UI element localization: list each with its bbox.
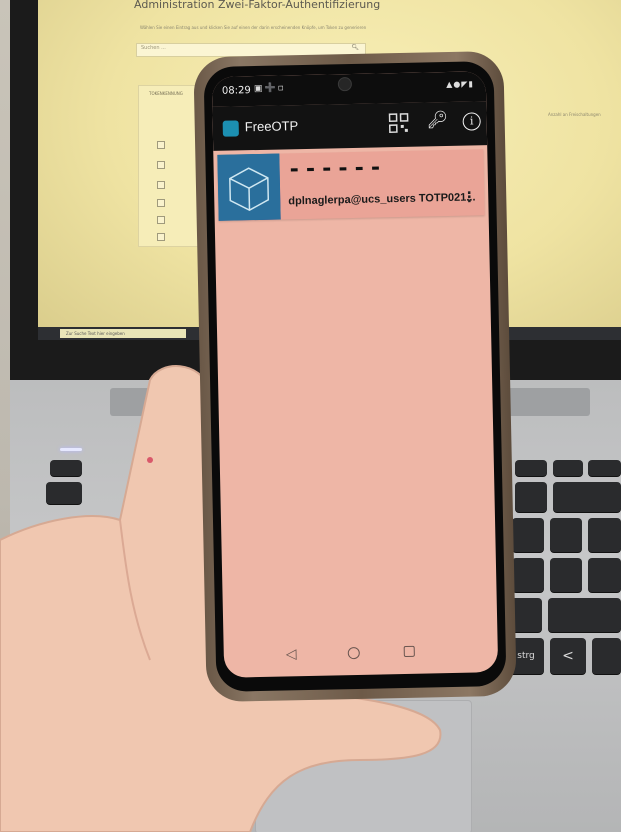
qr-code-scan-icon[interactable] [388, 113, 409, 133]
phone-screen: 08:29 ▣➕▫ ▲●◤▮ FreeOTP 🔑︎ i ------ dplna… [211, 71, 499, 678]
token-cube-icon [217, 153, 281, 221]
monitor-right-column-label: Anzahl an Freischaltungen [548, 112, 601, 117]
monitor-page-title: Administration Zwei-Faktor-Authentifizie… [134, 0, 381, 11]
front-camera [337, 77, 353, 92]
keyboard-key [592, 638, 621, 674]
monitor-search-label: Suchen ... [141, 45, 166, 51]
token-code: ------ [287, 155, 386, 183]
keyboard-key [588, 558, 621, 592]
smartphone: 08:29 ▣➕▫ ▲●◤▮ FreeOTP 🔑︎ i ------ dplna… [193, 50, 517, 703]
monitor-row-checkbox [157, 181, 165, 189]
keyboard-key [588, 518, 621, 552]
monitor-page-description: Wählen Sie einen Eintrag aus und klicken… [140, 25, 367, 30]
info-icon[interactable]: i [462, 112, 481, 131]
keyboard-key [515, 482, 547, 512]
search-icon: 🔍︎ [351, 44, 359, 51]
keyboard-key [553, 482, 621, 512]
arrow-left-key: < [550, 638, 586, 674]
keyboard-key [515, 460, 547, 476]
keyboard-key [588, 460, 621, 476]
keyboard-key [512, 518, 544, 552]
signal-battery-icons: ▲●◤▮ [446, 79, 474, 90]
monitor-row-checkbox [157, 161, 165, 169]
keyboard-key [512, 558, 544, 592]
notification-icons: ▣➕▫ [253, 83, 286, 95]
token-overflow-menu-icon[interactable]: ⋮ [462, 189, 476, 205]
keyboard-key [550, 518, 582, 552]
back-icon[interactable]: ◁ [286, 646, 297, 662]
app-title: FreeOTP [244, 118, 299, 135]
monitor-table-header: TOKENKENNUNG [149, 91, 183, 96]
freeotp-logo-icon [222, 120, 239, 137]
monitor-row-checkbox [157, 199, 165, 207]
token-label: dplnaglerpa@ucs_users TOTP021... [288, 191, 476, 208]
keyboard-key [550, 558, 582, 592]
home-icon[interactable] [347, 646, 360, 660]
monitor-row-checkbox [157, 216, 165, 224]
keyboard-key [553, 460, 583, 476]
recents-icon[interactable] [403, 645, 415, 658]
status-time: 08:29 [221, 85, 251, 97]
keyboard-key [548, 598, 621, 632]
monitor-row-checkbox [157, 141, 165, 149]
monitor-row-checkbox [157, 233, 165, 241]
token-card[interactable]: ------ dplnaglerpa@ucs_users TOTP021... … [217, 149, 485, 221]
app-bar: FreeOTP 🔑︎ i [212, 101, 488, 151]
navigation-bar: ◁ [223, 632, 498, 678]
monitor-taskbar-search: Zur Suche Text hier eingeben [60, 329, 186, 338]
photo-scene: Administration Zwei-Faktor-Authentifizie… [0, 0, 621, 832]
add-token-key-icon[interactable]: 🔑︎ [426, 110, 448, 130]
